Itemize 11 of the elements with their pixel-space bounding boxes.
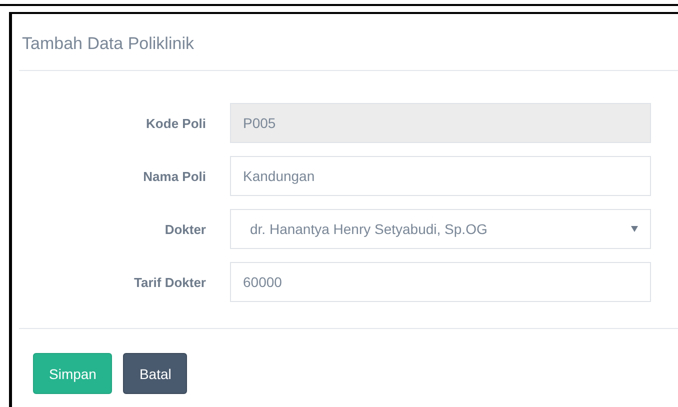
panel-title: Tambah Data Poliklinik <box>21 33 195 55</box>
input-field[interactable]: 60000 <box>230 262 651 302</box>
field-label: Nama Poli <box>142 168 207 184</box>
field-label: Kode Poli <box>145 116 207 130</box>
doctor-select[interactable]: dr. Hanantya Henry Setyabudi, Sp.OG <box>230 209 651 249</box>
input-field[interactable]: Kandungan <box>230 156 651 196</box>
save-button[interactable]: Simpan <box>33 353 112 394</box>
dropdown-caret-icon <box>631 226 638 232</box>
field-label: Tarif Dokter <box>133 274 207 290</box>
cancel-button[interactable]: Batal <box>123 353 188 394</box>
field-label: Dokter <box>164 222 207 236</box>
